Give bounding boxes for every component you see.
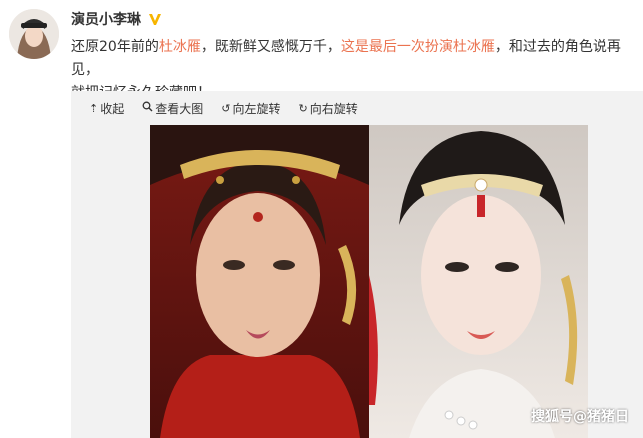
post-text-part: 还原20年前的 xyxy=(71,39,159,55)
collapse-label: 收起 xyxy=(100,101,125,116)
photo-current-role[interactable] xyxy=(369,125,588,438)
arrow-up-icon: ⇡ xyxy=(89,101,99,115)
post-text-part: ，既新鲜又感慨万千， xyxy=(200,39,341,55)
post-header: 演员小李琳 xyxy=(71,8,163,30)
photo-past-role[interactable] xyxy=(150,125,369,438)
view-large-button[interactable]: 查看大图 xyxy=(142,100,203,117)
rotate-left-button[interactable]: ↺ 向左旋转 xyxy=(221,100,280,117)
magnifier-icon xyxy=(142,101,153,115)
avatar[interactable] xyxy=(9,9,59,59)
verified-badge-icon xyxy=(147,11,163,27)
topic-link[interactable]: 杜冰雁 xyxy=(159,39,201,55)
username[interactable]: 演员小李琳 xyxy=(71,9,141,29)
rotate-left-label: 向左旋转 xyxy=(232,101,281,116)
watermark: 搜狐号@猪猪日 xyxy=(531,409,629,425)
rotate-right-button[interactable]: ↻ 向右旋转 xyxy=(298,100,357,117)
rotate-right-label: 向右旋转 xyxy=(309,101,358,116)
view-large-label: 查看大图 xyxy=(155,101,204,116)
media-panel: ⇡ 收起 查看大图 ↺ 向左旋转 ↻ 向右旋转 搜狐号@猪猪日 xyxy=(71,91,643,438)
collapse-button[interactable]: ⇡ 收起 xyxy=(89,100,124,117)
image-toolbar: ⇡ 收起 查看大图 ↺ 向左旋转 ↻ 向右旋转 xyxy=(89,99,358,117)
rotate-right-icon: ↻ xyxy=(298,101,308,115)
topic-link[interactable]: 这是最后一次扮演杜冰雁 xyxy=(341,39,495,55)
rotate-left-icon: ↺ xyxy=(221,101,231,115)
